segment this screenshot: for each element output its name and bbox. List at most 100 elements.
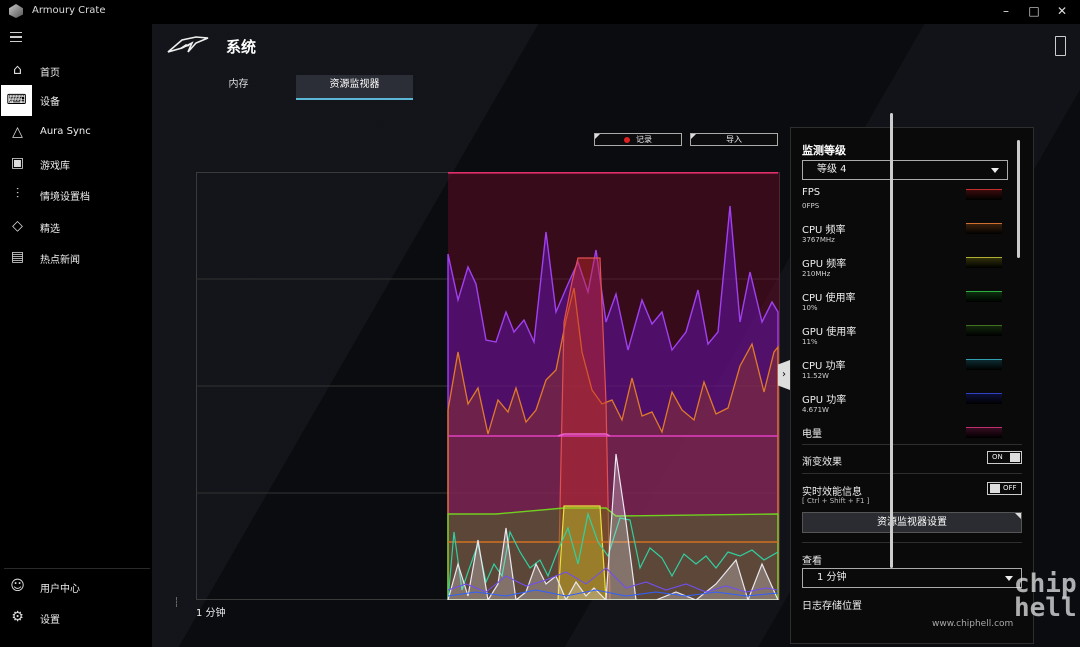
sidebar-item-user-center[interactable]: ☺ 用户中心 [0,572,152,602]
record-dot-icon [624,136,630,143]
sidebar-item-device[interactable]: ⌨ 设备 [0,85,152,116]
metric-gpu-power[interactable]: GPU 功率 4.671W [802,391,1002,421]
metric-battery[interactable]: 电量 [802,425,1002,455]
sidebar-item-aura-sync[interactable]: △ Aura Sync [0,118,152,148]
metric-value: 11.52W [802,372,829,380]
metric-cpu-usage[interactable]: CPU 使用率 10% [802,289,1002,319]
panel-divider [802,444,1022,445]
sidebar-item-featured[interactable]: ◇ 精选 [0,212,152,242]
tab-memory[interactable]: 内存 [182,75,295,100]
sidebar-item-settings[interactable]: ⚙ 设置 [0,603,152,633]
gpu-frequency-series [557,505,607,600]
metric-value: 10% [802,304,818,312]
metric-value: 0FPS [802,202,820,210]
metric-value: 11% [802,338,818,346]
sidebar-item-home[interactable]: ⌂ 首页 [0,56,152,86]
toggle-state: OFF [1003,484,1017,492]
sidebar: ⌂ 首页 ⌨ 设备 △ Aura Sync ▣ 游戏库 ⫶ 情境设置档 ◇ 精选… [0,24,152,647]
close-button[interactable]: ✕ [1052,3,1072,19]
metric-color-swatch [966,325,1002,336]
metric-color-swatch [966,223,1002,234]
keyboard-icon: ⌨ [1,85,32,116]
view-range-select[interactable]: 1 分钟 [802,568,1022,588]
sliders-icon: ⫶ [15,186,20,202]
log-storage-location-label[interactable]: 日志存储位置 [802,597,862,612]
metric-name: CPU 使用率 [802,293,856,304]
sidebar-item-label: 精选 [40,224,60,235]
metric-cpu-power[interactable]: CPU 功率 11.52W [802,357,1002,387]
menu-icon[interactable] [10,32,22,42]
chart-canvas [196,172,780,600]
resource-monitor-settings-button[interactable]: 资源监视器设置 [802,512,1022,533]
sidebar-item-label: 游戏库 [40,161,70,172]
title-bar: Armoury Crate – □ ✕ [0,0,1080,24]
sidebar-item-label: 热点新闻 [40,255,80,266]
monitor-level-title: 监测等级 [802,144,846,157]
panel-scrollbar[interactable] [890,113,893,568]
app-logo-icon [9,4,23,18]
import-button[interactable]: 导入 [690,133,778,146]
resource-monitor-chart [196,172,780,600]
realtime-info-toggle[interactable]: OFF [987,482,1022,495]
aura-icon: △ [12,124,23,140]
metric-gpu-frequency[interactable]: GPU 频率 210MHz [802,255,1002,285]
realtime-info-shortcut: [ Ctrl + Shift + F1 ] [802,497,870,505]
metric-name: FPS [802,187,821,198]
metric-value: 3767MHz [802,236,835,244]
maximize-button[interactable]: □ [1024,3,1044,19]
tag-icon: ◇ [12,218,23,234]
minimize-button[interactable]: – [996,3,1016,19]
gradient-effect-toggle[interactable]: ON [987,451,1022,464]
watermark-logo: chip hell [1014,569,1077,623]
metric-color-swatch [966,189,1002,200]
monitor-level-select[interactable]: 等级 4 [802,160,1008,180]
metric-name: 电量 [802,429,822,440]
metric-name: GPU 功率 [802,395,847,406]
chevron-down-icon [991,168,999,173]
chevron-down-icon [1005,576,1013,581]
user-icon: ☺ [10,578,25,594]
view-range-value: 1 分钟 [817,572,847,583]
realtime-info-label: 实时效能信息 [802,487,862,498]
metric-gpu-usage[interactable]: GPU 使用率 11% [802,323,1002,353]
tab-bar: 内存 资源监视器 [182,75,413,100]
sidebar-item-label: 情境设置档 [40,192,90,203]
panel-divider [802,542,1022,543]
home-icon: ⌂ [13,62,22,78]
sidebar-item-label: 设备 [40,97,60,108]
metric-fps[interactable]: FPS 0FPS [802,187,1002,217]
device-icon[interactable] [1055,36,1066,56]
watermark-url: www.chiphell.com [932,619,1014,629]
metric-name: CPU 功率 [802,361,846,372]
metric-color-swatch [966,291,1002,302]
collapse-panel-button[interactable]: › [778,360,790,390]
toggle-knob [990,484,1000,493]
chart-corner-marker [176,597,182,607]
metric-name: CPU 频率 [802,225,846,236]
sidebar-item-label: 首页 [40,68,60,79]
metric-color-swatch [966,359,1002,370]
sidebar-item-news[interactable]: ▤ 热点新闻 [0,243,152,273]
gradient-effect-label: 渐变效果 [802,457,842,468]
monitor-settings-panel: 监测等级 等级 4 FPS 0FPS CPU 频率 3767MHz GPU 频率… [790,127,1034,644]
tab-resource-monitor[interactable]: 资源监视器 [296,75,413,100]
metric-name: GPU 频率 [802,259,847,270]
sidebar-item-label: 设置 [40,615,60,626]
toggle-knob [1010,453,1020,462]
page-title: 系统 [226,38,257,56]
toggle-state: ON [992,453,1003,461]
sidebar-item-scenario-profiles[interactable]: ⫶ 情境设置档 [0,180,152,210]
metrics-scrollbar[interactable] [1017,140,1020,258]
metric-color-swatch [966,393,1002,404]
sidebar-item-label: Aura Sync [40,126,91,137]
metric-color-swatch [966,257,1002,268]
view-label: 查看 [802,556,822,567]
metric-cpu-frequency[interactable]: CPU 频率 3767MHz [802,221,1002,251]
import-label: 导入 [726,135,742,144]
sidebar-item-game-library[interactable]: ▣ 游戏库 [0,149,152,179]
gear-icon: ⚙ [11,609,24,625]
metric-value: 210MHz [802,270,831,278]
record-button[interactable]: 记录 [594,133,682,146]
metric-color-swatch [966,427,1002,438]
monitor-level-value: 等级 4 [817,164,847,175]
